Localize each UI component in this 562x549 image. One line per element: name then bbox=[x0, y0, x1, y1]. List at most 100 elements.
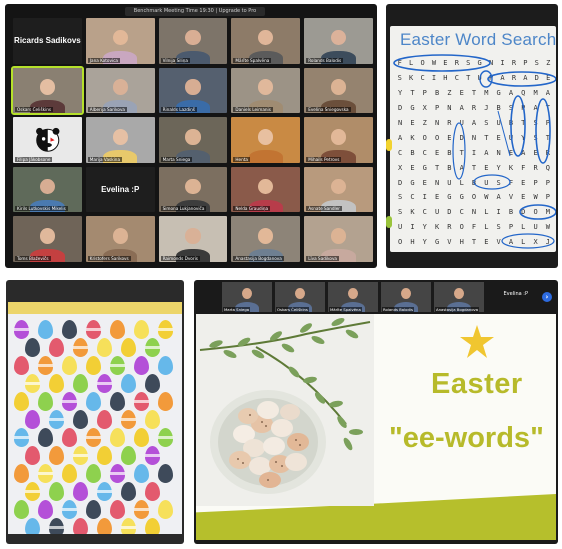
participant-face bbox=[185, 228, 201, 244]
easter-egg-icon bbox=[14, 320, 29, 339]
participant-name-label: Anastasija Bogdanova bbox=[233, 255, 284, 261]
easter-egg-icon bbox=[110, 500, 125, 519]
participant-tile[interactable]: Evelina :P bbox=[85, 166, 155, 213]
easter-egg-icon bbox=[134, 464, 149, 483]
participant-tile[interactable]: Ricards Sadikovs bbox=[13, 18, 82, 64]
participant-face bbox=[185, 129, 201, 145]
participant-tile[interactable]: Mārīte Spalvēna bbox=[231, 18, 301, 64]
easter-egg-icon bbox=[134, 320, 149, 339]
meeting-title-bar: Benchmark Meeting Time 19:30 | Upgrade t… bbox=[125, 7, 265, 16]
participant-tile[interactable]: Asnate Sandler bbox=[304, 166, 373, 213]
lesson-slide-screen: Marta Sniega Oskars Čeliškins Mārīte Spalv… bbox=[194, 280, 558, 544]
participant-name-label: Kristofers Šarikovs bbox=[87, 255, 131, 261]
participant-name-label: Vilnija Siliņa bbox=[160, 57, 190, 63]
participant-tile[interactable]: Simona Lukjanoviča bbox=[158, 166, 228, 213]
participant-tile[interactable]: Toms Blaževičs bbox=[13, 216, 82, 262]
easter-egg-icon bbox=[62, 356, 77, 375]
participant-face bbox=[331, 178, 347, 195]
participant-thumbnail[interactable]: Rolands Balodis bbox=[381, 282, 431, 312]
easter-egg-icon bbox=[62, 464, 77, 483]
participant-tile[interactable]: Marta Sniega bbox=[158, 117, 228, 163]
easter-egg-icon bbox=[62, 428, 77, 447]
participant-tile[interactable]: Rinalds Lazdiņš bbox=[158, 67, 228, 114]
participant-tile[interactable]: Līva Sadikova bbox=[304, 216, 373, 262]
easter-egg-icon bbox=[25, 482, 40, 501]
participant-face bbox=[258, 228, 274, 244]
participant-thumbnail[interactable]: Oskars Čeliškins bbox=[275, 282, 325, 312]
easter-egg-icon bbox=[158, 428, 173, 447]
participant-tile[interactable]: Anastasija Bogdanova bbox=[231, 216, 301, 262]
yellow-header-strip bbox=[8, 302, 182, 314]
next-page-button[interactable]: › bbox=[542, 292, 552, 302]
participant-name-label: Asnate Sandler bbox=[306, 206, 343, 212]
easter-egg-icon bbox=[14, 392, 29, 411]
participant-thumbnail[interactable]: Marta Sniega bbox=[222, 282, 272, 312]
participant-tile[interactable]: Kristofers Šarikovs bbox=[85, 216, 155, 262]
participant-tile[interactable]: Henta bbox=[231, 117, 301, 163]
easter-egg-icon bbox=[110, 320, 125, 339]
side-decoration bbox=[386, 216, 392, 228]
circled-words-overlay bbox=[393, 54, 556, 249]
easter-egg-icon bbox=[110, 428, 125, 447]
easter-egg-icon bbox=[38, 500, 53, 519]
participant-tile[interactable]: Oskars Čeliškins bbox=[11, 65, 84, 116]
participant-face bbox=[185, 178, 201, 195]
slide-subtitle: "ee-words" bbox=[389, 422, 544, 454]
participant-tile[interactable]: Jana Kotovica bbox=[85, 18, 155, 64]
participant-name-label: Oskars Čeliškins bbox=[15, 107, 54, 113]
participant-name-label: Mihails Petrovs bbox=[306, 156, 342, 162]
easter-egg-icon bbox=[145, 338, 160, 357]
participant-name-label: Līva Sadikova bbox=[306, 255, 339, 261]
participant-name-label: Filipa Jākobsone bbox=[15, 156, 53, 162]
participant-tile[interactable]: Kirils Lutkovskis Mikelis bbox=[13, 166, 82, 213]
easter-egg-icon bbox=[49, 374, 64, 393]
participant-face bbox=[185, 79, 201, 95]
easter-egg-icon bbox=[97, 410, 112, 429]
participant-face bbox=[112, 29, 128, 46]
participant-tile[interactable]: Vilnija Siliņa bbox=[158, 18, 228, 64]
egg-bowl-photo bbox=[196, 314, 374, 506]
participant-face bbox=[39, 228, 55, 244]
participant-tile[interactable]: Nelda Graudiņa bbox=[231, 166, 301, 213]
easter-egg-icon bbox=[25, 410, 40, 429]
participant-tile[interactable]: Raimonds Dvoris bbox=[158, 216, 228, 262]
circled-word-parade bbox=[487, 71, 556, 87]
participant-tile[interactable]: Daniels Leimanis bbox=[231, 67, 301, 114]
easter-egg-icon bbox=[145, 374, 160, 393]
participant-tile[interactable]: Alberija Šarikova bbox=[85, 67, 155, 114]
easter-egg-icon bbox=[14, 428, 29, 447]
easter-egg-icon bbox=[49, 446, 64, 465]
easter-egg-icon bbox=[158, 320, 173, 339]
participant-tile[interactable]: Mihails Petrovs bbox=[304, 117, 373, 163]
participant-tile[interactable]: Marija Vaskina bbox=[85, 117, 155, 163]
easter-egg-icon bbox=[158, 392, 173, 411]
easter-egg-icon bbox=[97, 518, 112, 534]
easter-ee-words-slide: Easter "ee-words" bbox=[196, 314, 556, 540]
easter-egg-icon bbox=[121, 410, 136, 429]
participant-thumbnail[interactable]: Anastasija Bogdanova bbox=[434, 282, 484, 312]
easter-egg-icon bbox=[14, 356, 29, 375]
participant-face bbox=[295, 288, 305, 299]
participant-name-display: Ricards Sadikovs bbox=[14, 36, 81, 46]
easter-egg-icon bbox=[25, 446, 40, 465]
participant-tile[interactable]: Rolands Balodis bbox=[304, 18, 373, 64]
participant-face bbox=[258, 178, 274, 195]
easter-egg-icon bbox=[62, 500, 77, 519]
easter-egg-icon bbox=[73, 410, 88, 429]
egg-pattern-slide bbox=[8, 302, 182, 534]
participant-face bbox=[112, 79, 128, 95]
easter-egg-icon bbox=[62, 392, 77, 411]
easter-egg-icon bbox=[86, 356, 101, 375]
participant-face bbox=[258, 29, 274, 46]
participant-tile[interactable]: Evelina Šniegovska bbox=[304, 67, 373, 114]
participant-tile[interactable]: Filipa Jākobsone bbox=[13, 117, 82, 163]
participant-thumbnail[interactable]: Mārīte Spalvēna bbox=[328, 282, 378, 312]
participant-face bbox=[331, 129, 347, 145]
participant-face bbox=[39, 178, 55, 195]
bear-avatar-icon bbox=[35, 127, 60, 152]
easter-egg-icon bbox=[25, 374, 40, 393]
easter-egg-icon bbox=[134, 500, 149, 519]
participant-face bbox=[331, 228, 347, 244]
easter-egg-icon bbox=[97, 482, 112, 501]
easter-egg-icon bbox=[49, 410, 64, 429]
